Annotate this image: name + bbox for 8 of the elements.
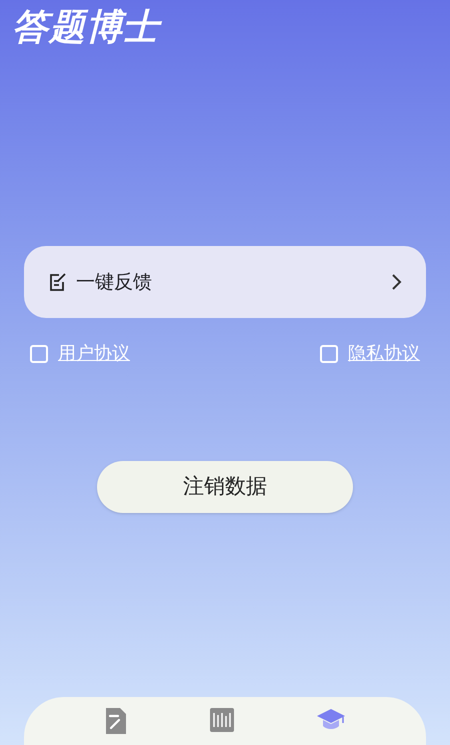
edit-note-icon bbox=[48, 272, 68, 292]
clear-data-button[interactable]: 注销数据 bbox=[97, 461, 353, 513]
checkbox[interactable] bbox=[30, 344, 48, 362]
feedback-item[interactable]: 一键反馈 bbox=[24, 246, 426, 318]
checkbox[interactable] bbox=[320, 344, 338, 362]
chevron-right-icon bbox=[390, 273, 402, 291]
app-logo-title: 答题博士 bbox=[12, 7, 160, 48]
document-pen-icon[interactable] bbox=[104, 707, 128, 735]
